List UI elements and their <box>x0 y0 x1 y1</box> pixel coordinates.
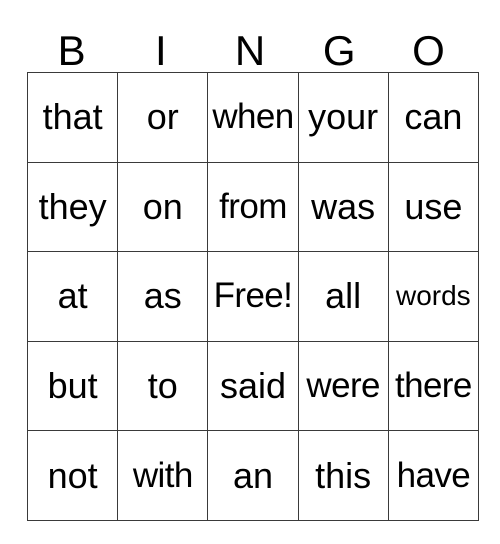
bingo-cell[interactable]: words <box>387 251 479 342</box>
bingo-cell-label: but <box>47 365 98 407</box>
bingo-cell-label: as <box>143 275 182 317</box>
bingo-cell[interactable]: can <box>387 72 479 163</box>
bingo-cell-label: to <box>147 365 178 407</box>
bingo-cell-label: when <box>212 97 294 137</box>
bingo-row: not with an this have <box>26 430 479 521</box>
bingo-cell[interactable]: all <box>297 251 389 342</box>
bingo-cell[interactable]: as <box>117 251 209 342</box>
bingo-cell[interactable]: that <box>26 72 119 163</box>
bingo-cell[interactable]: on <box>117 161 209 253</box>
bingo-header-row: B I N G O <box>27 20 473 72</box>
bingo-cell-label: there <box>394 366 472 406</box>
bingo-header-letter-b: B <box>57 27 86 74</box>
bingo-header-letter-o: O <box>412 27 445 74</box>
bingo-cell-label: on <box>142 185 183 227</box>
bingo-cell[interactable]: was <box>297 161 389 253</box>
bingo-cell[interactable]: with <box>117 430 209 521</box>
bingo-cell-label: with <box>132 455 193 495</box>
bingo-cell[interactable]: to <box>117 340 209 432</box>
bingo-cell[interactable]: an <box>207 430 299 521</box>
bingo-cell-label: at <box>57 275 88 317</box>
bingo-cell-label: use <box>404 185 463 227</box>
bingo-cell-label: not <box>47 454 98 496</box>
bingo-cell-label: was <box>311 185 376 227</box>
bingo-cell-label: that <box>42 96 103 138</box>
bingo-cell-label: words <box>395 280 471 312</box>
bingo-header-letter-i: I <box>154 27 167 74</box>
bingo-cell[interactable]: use <box>387 161 479 253</box>
bingo-cell[interactable]: were <box>297 340 389 432</box>
bingo-row: at as Free! all words <box>26 251 479 342</box>
bingo-grid: that or when your can they on from was u… <box>26 72 479 521</box>
bingo-header-letter-n: N <box>234 27 266 74</box>
bingo-header-letter-g: G <box>322 27 356 74</box>
bingo-row: that or when your can <box>26 72 479 163</box>
bingo-cell-label: have <box>396 455 471 495</box>
bingo-cell-label: said <box>219 365 286 407</box>
bingo-cell[interactable]: or <box>117 72 209 163</box>
bingo-cell[interactable]: when <box>207 72 299 163</box>
bingo-cell[interactable]: at <box>26 251 119 342</box>
bingo-cell[interactable]: there <box>387 340 479 432</box>
bingo-cell[interactable]: from <box>207 161 299 253</box>
bingo-cell-label: all <box>325 275 362 317</box>
bingo-cell[interactable]: but <box>26 340 119 432</box>
bingo-cell[interactable]: this <box>297 430 389 521</box>
bingo-cell[interactable]: have <box>387 430 479 521</box>
bingo-cell-label: an <box>232 454 273 496</box>
bingo-cell-label: or <box>146 96 179 138</box>
bingo-cell-label: were <box>306 366 380 406</box>
bingo-row: they on from was use <box>26 161 479 253</box>
bingo-free-space-label: Free! <box>213 276 293 316</box>
bingo-cell-label: this <box>315 454 372 496</box>
bingo-row: but to said were there <box>26 340 479 432</box>
bingo-cell-label: they <box>38 185 107 227</box>
bingo-card: B I N G O that or when your can they on … <box>26 20 479 521</box>
bingo-free-space[interactable]: Free! <box>207 251 299 342</box>
bingo-cell[interactable]: they <box>26 161 119 253</box>
bingo-cell[interactable]: said <box>207 340 299 432</box>
bingo-cell-label: can <box>404 96 463 138</box>
bingo-cell-label: from <box>219 186 287 226</box>
bingo-cell[interactable]: not <box>26 430 119 521</box>
bingo-cell[interactable]: your <box>297 72 389 163</box>
bingo-cell-label: your <box>308 96 379 138</box>
